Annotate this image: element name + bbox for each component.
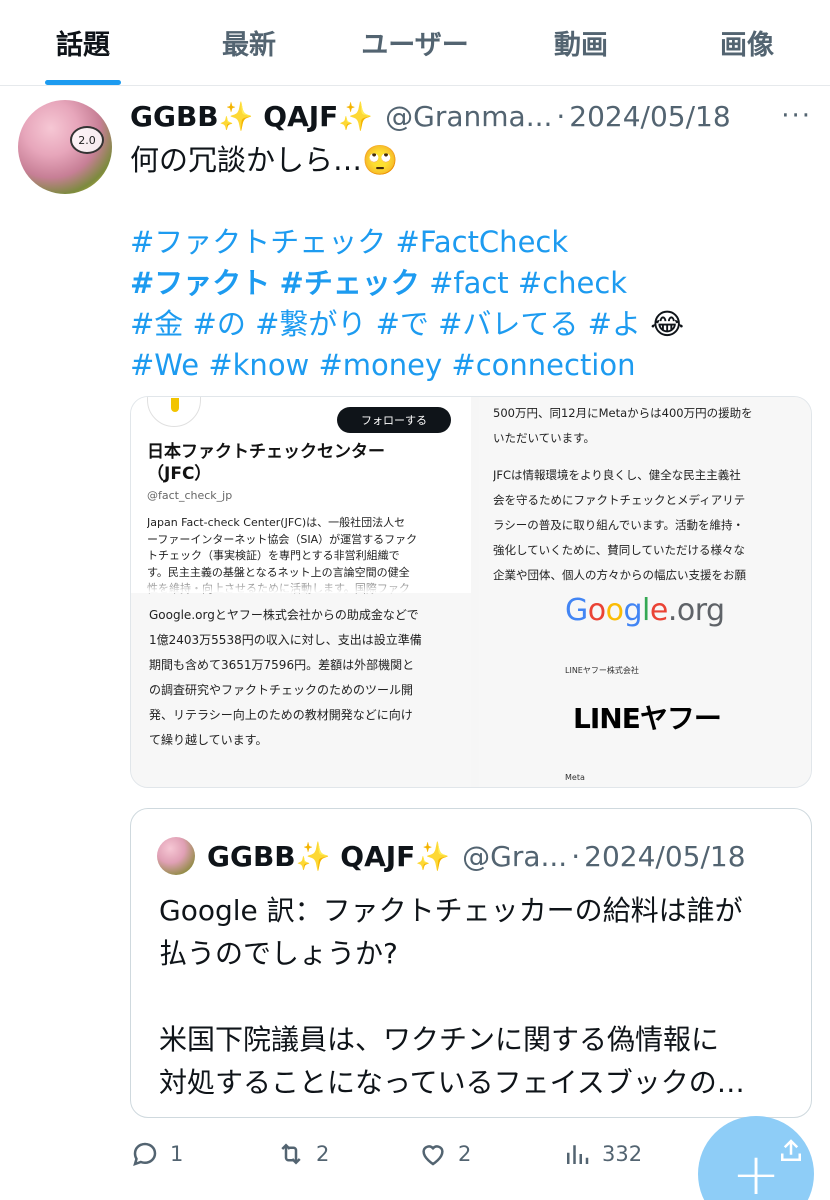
retweet-icon <box>281 1143 301 1165</box>
support-line: いただいています。 <box>493 431 596 445</box>
report-line: 1億2403万5538円の収入に対し、支出は設立準備 <box>149 633 422 647</box>
hashtag-line: #金 #の #繋がり #で #バレてる #よ 😂 <box>130 304 810 345</box>
hashtag[interactable]: #バレてる <box>438 307 578 341</box>
tweet-date[interactable]: 2024/05/18 <box>569 100 730 133</box>
quoted-text-line: 米国下院議員は、ワクチンに関する偽情報に <box>159 1023 720 1056</box>
hashtag[interactable]: #know <box>208 348 309 382</box>
support-line: 強化していくために、賛同していただける様々な <box>493 543 745 557</box>
laughing-emoji: 😂 <box>650 307 685 341</box>
hashtag[interactable]: #money <box>319 348 443 382</box>
display-name[interactable]: GGBB✨ QAJF✨ <box>130 100 373 133</box>
follow-button: フォローする <box>337 407 451 433</box>
media-panel-left: フォローする 日本ファクトチェックセンター （JFC） @fact_check_… <box>131 397 471 787</box>
quoted-text-line: 対処することになっているフェイスブックの… <box>159 1066 745 1099</box>
retweet-count: 2 <box>316 1142 330 1166</box>
hashtag[interactable]: #チェック <box>280 266 420 300</box>
user-handle[interactable]: @Granma... <box>385 100 552 133</box>
like-button[interactable]: 2 <box>418 1132 471 1176</box>
quoted-tweet[interactable]: GGBB✨ QAJF✨ @Gra... · 2024/05/18 Google … <box>130 808 812 1118</box>
hashtag[interactable]: #よ <box>588 307 641 341</box>
retweet-button[interactable]: 2 <box>276 1132 329 1176</box>
hashtag[interactable]: #fact <box>429 266 509 300</box>
tweet-text: 何の冗談かしら…🙄 #ファクトチェック #FactCheck #ファクト #チェ… <box>130 140 810 386</box>
tab-videos[interactable]: 動画 <box>498 0 664 85</box>
hashtag[interactable]: #金 <box>130 307 183 341</box>
line-yahoo-logo: LINEヤフー <box>573 702 722 735</box>
tweet-text-line: 何の冗談かしら…🙄 <box>130 143 399 177</box>
quoted-tweet-text: Google 訳：ファクトチェッカーの給料は誰が 払うのでしょうか? 米国下院議… <box>159 889 799 1104</box>
views-button[interactable]: 332 <box>562 1132 642 1176</box>
funding-report-text: Google.orgとヤフー株式会社からの助成金などで 1億2403万5538円… <box>149 603 465 753</box>
hashtag-line: #ファクト #チェック #fact #check <box>130 263 810 304</box>
jfc-handle: @fact_check_jp <box>147 489 233 502</box>
avatar[interactable]: 2.0 <box>18 100 112 194</box>
heart-icon <box>422 1145 444 1166</box>
reply-button[interactable]: 1 <box>130 1132 183 1176</box>
media-panel-right: 500万円、同12月にMetaからは400万円の援助を いただいています。 JF… <box>479 397 811 787</box>
support-line: ラシーの普及に取り組んでいます。活動を維持・ <box>493 518 745 532</box>
support-text: 500万円、同12月にMetaからは400万円の援助を いただいています。 JF… <box>493 401 809 588</box>
jfc-desc-line: トチェック（事実検証）を専門とする非営利組織で <box>147 549 400 562</box>
hashtag[interactable]: #で <box>376 307 429 341</box>
support-line: JFCは情報環境をより良くし、健全な民主主義社 <box>493 468 741 482</box>
avatar-badge: 2.0 <box>70 126 104 154</box>
support-line: 500万円、同12月にMetaからは400万円の援助を <box>493 406 753 420</box>
report-line: の調査研究やファクトチェックのためのツール開 <box>149 683 414 697</box>
google-org-logo: Google.org <box>565 593 725 628</box>
jfc-logo-icon <box>147 397 201 427</box>
hashtag[interactable]: #We <box>130 348 199 382</box>
line-yahoo-caption: LINEヤフー株式会社 <box>565 666 639 675</box>
report-line: 発、リテラシー向上のための教材開発などに向け <box>149 708 413 722</box>
views-chart-icon <box>567 1145 589 1164</box>
hashtag[interactable]: #ファクトチェック <box>130 225 386 259</box>
hashtag[interactable]: #の <box>193 307 246 341</box>
support-line: 企業や団体、個人の方々からの幅広い支援をお願 <box>493 568 746 582</box>
view-count: 332 <box>602 1142 643 1166</box>
tweet-media-image[interactable]: フォローする 日本ファクトチェックセンター （JFC） @fact_check_… <box>130 396 812 788</box>
quoted-text-line: 払うのでしょうか? <box>159 937 398 970</box>
tweet-header: GGBB✨ QAJF✨ @Granma... · 2024/05/18 ··· <box>130 96 812 136</box>
plus-icon: + <box>731 1140 781 1200</box>
report-line: て繰り越しています。 <box>149 733 268 747</box>
hashtag[interactable]: #繋がり <box>255 307 366 341</box>
quoted-display-name: GGBB✨ QAJF✨ <box>207 839 451 873</box>
like-count: 2 <box>458 1142 472 1166</box>
support-line: 会を守るためにファクトチェックとメディアリテ <box>493 493 746 507</box>
quoted-date: 2024/05/18 <box>584 839 746 873</box>
quoted-text-line: Google 訳：ファクトチェッカーの給料は誰が <box>159 894 743 927</box>
reply-icon <box>133 1142 157 1166</box>
report-line: 期間も含めて3651万7596円。差額は外部機関と <box>149 658 415 672</box>
hashtag-line: #ファクトチェック #FactCheck <box>130 222 810 263</box>
tab-images[interactable]: 画像 <box>664 0 830 85</box>
jfc-desc-line: Japan Fact-check Center(JFC)は、一般社団法人セ <box>147 516 406 529</box>
share-icon <box>781 1139 801 1161</box>
separator-dot: · <box>556 99 566 133</box>
meta-caption: Meta <box>565 773 585 782</box>
separator-dot: · <box>571 839 581 873</box>
hashtag[interactable]: #FactCheck <box>396 225 569 259</box>
quoted-handle: @Gra... <box>462 839 568 873</box>
reply-count: 1 <box>170 1142 184 1166</box>
jfc-name-line: 日本ファクトチェックセンター <box>147 442 385 462</box>
tab-users[interactable]: ユーザー <box>332 0 498 85</box>
quoted-avatar <box>157 837 195 875</box>
tab-trending[interactable]: 話題 <box>0 0 166 85</box>
jfc-desc-line: ーファーインターネット協会（SIA）が運営するファク <box>147 532 418 546</box>
more-options-icon[interactable]: ··· <box>781 101 812 131</box>
hashtag[interactable]: #check <box>518 266 627 300</box>
quoted-tweet-header: GGBB✨ QAJF✨ @Gra... · 2024/05/18 <box>207 835 746 877</box>
jfc-name-line: （JFC） <box>147 464 212 484</box>
hashtag[interactable]: #ファクト <box>130 266 270 300</box>
jfc-name: 日本ファクトチェックセンター （JFC） <box>147 441 385 485</box>
report-line: Google.orgとヤフー株式会社からの助成金などで <box>149 608 419 622</box>
search-tabs: 話題 最新 ユーザー 動画 画像 <box>0 0 830 86</box>
share-button[interactable] <box>776 1136 806 1170</box>
hashtag-line: #We #know #money #connection <box>130 345 810 386</box>
hashtag[interactable]: #connection <box>451 348 635 382</box>
quoted-text-line <box>159 975 799 1018</box>
jfc-profile-card: フォローする 日本ファクトチェックセンター （JFC） @fact_check_… <box>131 397 471 595</box>
tab-latest[interactable]: 最新 <box>166 0 332 85</box>
